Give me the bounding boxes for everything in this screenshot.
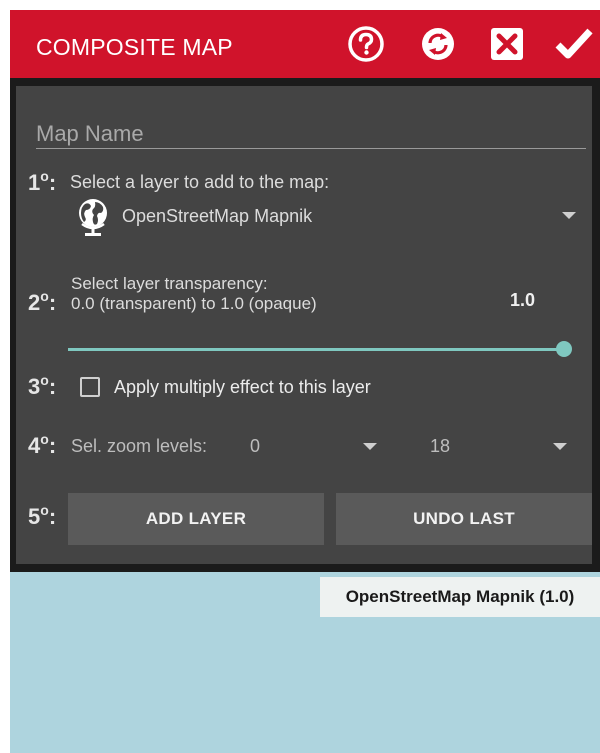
step-1-marker: 1o:	[28, 168, 57, 196]
step-number: 3	[28, 374, 41, 399]
step-2-marker: 2o:	[28, 288, 57, 316]
step-4-marker: 4o:	[28, 431, 57, 459]
layer-select-dropdown[interactable]: OpenStreetMap Mapnik	[76, 192, 576, 238]
page-title: COMPOSITE MAP	[36, 34, 233, 60]
step-3-marker: 3o:	[28, 372, 57, 400]
step-colon: :	[48, 374, 57, 399]
globe-icon	[79, 199, 107, 236]
transparency-value: 1.0	[510, 290, 536, 310]
undo-last-button[interactable]: UNDO LAST	[336, 493, 592, 545]
transparency-slider-thumb[interactable]	[556, 341, 572, 357]
step-number: 4	[28, 433, 41, 458]
multiply-effect-checkbox[interactable]	[80, 377, 100, 397]
step-number: 1	[28, 170, 41, 195]
help-icon[interactable]	[346, 24, 386, 64]
selected-layer-name: OpenStreetMap Mapnik	[122, 206, 313, 226]
chevron-down-icon	[363, 443, 377, 450]
multiply-effect-label: Apply multiply effect to this layer	[114, 377, 371, 397]
refresh-icon[interactable]	[418, 24, 458, 64]
step-colon: :	[48, 290, 57, 315]
step-colon: :	[48, 170, 57, 195]
max-zoom-value: 18	[430, 436, 451, 456]
step-degree: o	[40, 168, 49, 184]
min-zoom-select[interactable]: 0	[246, 426, 386, 466]
max-zoom-select[interactable]: 18	[426, 426, 576, 466]
chevron-down-icon	[553, 443, 567, 450]
step-1-label: Select a layer to add to the map:	[70, 172, 330, 192]
panel-content: 1o: Select a layer to add to the map: Op…	[16, 86, 592, 564]
step-colon: :	[48, 504, 57, 529]
transparency-slider-track[interactable]	[68, 348, 564, 351]
step-2-label-line2: 0.0 (transparent) to 1.0 (opaque)	[71, 294, 317, 313]
step-degree: o	[40, 502, 49, 518]
app-window: COMPOSITE MAP Map Name 1o: Select a laye…	[10, 10, 600, 753]
step-degree: o	[40, 372, 49, 388]
step-2-label-line1: Select layer transparency:	[71, 274, 268, 293]
layer-status-label: OpenStreetMap Mapnik (1.0)	[320, 577, 600, 617]
step-degree: o	[40, 288, 49, 304]
add-layer-button[interactable]: ADD LAYER	[68, 493, 324, 545]
step-number: 5	[28, 504, 41, 529]
zoom-levels-label: Sel. zoom levels:	[71, 436, 208, 456]
top-app-bar: COMPOSITE MAP	[10, 10, 600, 78]
min-zoom-value: 0	[250, 436, 261, 456]
map-name-input[interactable]	[36, 120, 586, 149]
check-icon[interactable]	[554, 24, 594, 64]
step-colon: :	[48, 433, 57, 458]
step-5-marker: 5o:	[28, 502, 57, 530]
close-icon[interactable]	[487, 24, 527, 64]
step-degree: o	[40, 431, 49, 447]
composite-map-panel: 1o: Select a layer to add to the map: Op…	[10, 78, 600, 572]
chevron-down-icon	[562, 212, 576, 219]
step-number: 2	[28, 290, 41, 315]
